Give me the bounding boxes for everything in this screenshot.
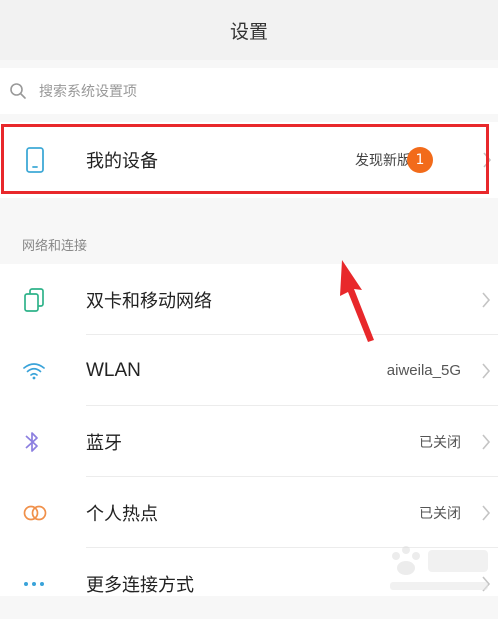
- item-value: aiweila_5G: [386, 362, 461, 379]
- chevron-right-icon: [482, 362, 491, 379]
- phone-icon: [26, 147, 44, 173]
- search-bar[interactable]: 搜索系统设置项: [0, 68, 498, 114]
- chevron-right-icon: [482, 504, 491, 521]
- list-item-hotspot[interactable]: 个人热点 已关闭: [0, 477, 498, 548]
- page-title: 设置: [229, 20, 268, 43]
- chevron-right-icon: [482, 291, 491, 308]
- item-value: 已关闭: [419, 434, 461, 451]
- chevron-right-icon: [482, 575, 491, 592]
- search-placeholder: 搜索系统设置项: [39, 84, 137, 100]
- item-label: 更多连接方式: [86, 574, 194, 596]
- item-label: 蓝牙: [86, 432, 122, 454]
- more-icon: [24, 581, 44, 586]
- header: 设置: [0, 0, 498, 60]
- item-value: 已关闭: [419, 505, 461, 522]
- hotspot-icon: [23, 505, 47, 520]
- list-item-dual-sim[interactable]: 双卡和移动网络: [0, 264, 498, 335]
- item-label: 双卡和移动网络: [86, 290, 212, 312]
- my-device-row[interactable]: 我的设备 发现新版本 1: [0, 122, 498, 198]
- settings-list: 双卡和移动网络 WLAN aiweila_5G 蓝牙 已关闭 个人热点 已关闭 …: [0, 264, 498, 596]
- item-label: 个人热点: [86, 503, 158, 525]
- section-title: 网络和连接: [22, 238, 88, 254]
- search-icon: [10, 83, 26, 99]
- item-label: WLAN: [86, 359, 141, 381]
- chevron-right-icon: [482, 433, 491, 450]
- bluetooth-icon: [25, 431, 38, 452]
- section-header: 网络和连接: [0, 224, 498, 264]
- dual-sim-icon: [24, 287, 44, 312]
- list-item-bluetooth[interactable]: 蓝牙 已关闭: [0, 406, 498, 477]
- list-item-more-connections[interactable]: 更多连接方式: [0, 548, 498, 619]
- wifi-icon: [23, 362, 45, 379]
- update-badge: 1: [407, 147, 433, 173]
- chevron-right-icon: [483, 152, 492, 168]
- list-item-wlan[interactable]: WLAN aiweila_5G: [0, 335, 498, 406]
- my-device-label: 我的设备: [86, 151, 158, 172]
